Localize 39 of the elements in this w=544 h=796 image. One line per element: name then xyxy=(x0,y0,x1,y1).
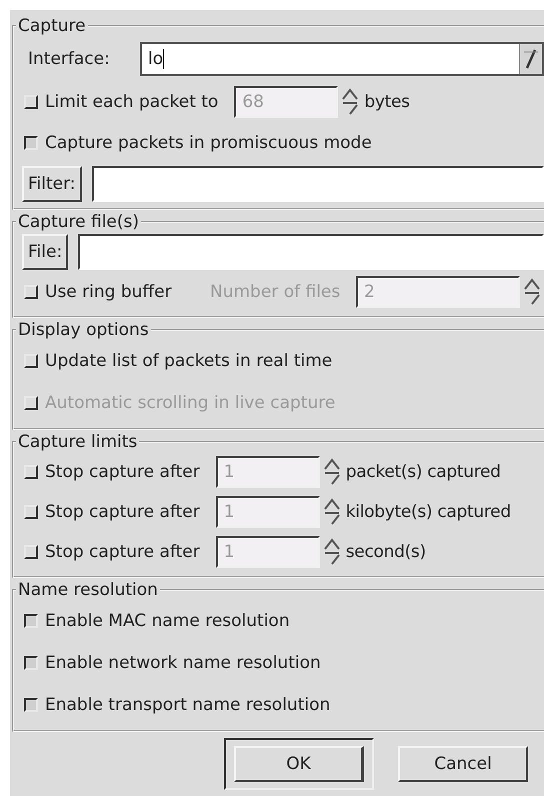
unit-label: bytes xyxy=(363,92,410,112)
checkbox-label: Enable MAC name resolution xyxy=(45,611,290,631)
text-field[interactable] xyxy=(78,234,544,270)
checkbox[interactable] xyxy=(24,614,38,628)
spin-arrows-icon[interactable] xyxy=(522,277,542,307)
section-title: Name resolution xyxy=(17,580,159,600)
checkbox-label: Stop capture after xyxy=(45,502,200,522)
checkbox-label: Use ring buffer xyxy=(45,282,173,302)
browse-button[interactable]: Filter: xyxy=(22,166,82,202)
section-title: Capture limits xyxy=(17,432,138,452)
checkbox-label: Update list of packets in real time xyxy=(45,351,332,371)
interface-combo[interactable]: lo xyxy=(140,42,544,76)
unit-label: packet(s) captured xyxy=(344,462,501,482)
checkbox[interactable] xyxy=(24,656,38,670)
dialog-button[interactable]: OK xyxy=(234,746,364,782)
section-title: Display options xyxy=(17,320,150,340)
unit-label: second(s) xyxy=(344,542,426,562)
checkbox[interactable] xyxy=(24,136,38,150)
browse-button[interactable]: File: xyxy=(22,234,68,270)
field-label: Interface: xyxy=(27,49,111,69)
checkbox[interactable] xyxy=(24,698,38,712)
checkbox-label: Limit each packet to xyxy=(45,92,218,112)
checkbox-label: Automatic scrolling in live capture xyxy=(45,393,336,413)
spin-arrows-icon[interactable] xyxy=(340,87,360,117)
field-label: Number of files xyxy=(210,282,340,302)
checkbox-label: Enable network name resolution xyxy=(45,653,321,673)
dialog-button[interactable]: Cancel xyxy=(398,746,528,782)
spin-arrows-icon[interactable] xyxy=(322,537,342,567)
section-title: Capture xyxy=(17,16,87,36)
unit-label: kilobyte(s) captured xyxy=(344,502,511,522)
checkbox-label: Enable transport name resolution xyxy=(45,695,330,715)
section-title: Capture file(s) xyxy=(17,212,140,232)
text-field[interactable] xyxy=(92,166,544,202)
checkbox-label: Stop capture after xyxy=(45,462,200,482)
spin-arrows-icon[interactable] xyxy=(322,457,342,487)
dropdown-icon[interactable] xyxy=(519,44,542,74)
checkbox-label: Stop capture after xyxy=(45,542,200,562)
checkbox-label: Capture packets in promiscuous mode xyxy=(45,133,372,153)
spin-arrows-icon[interactable] xyxy=(322,497,342,527)
